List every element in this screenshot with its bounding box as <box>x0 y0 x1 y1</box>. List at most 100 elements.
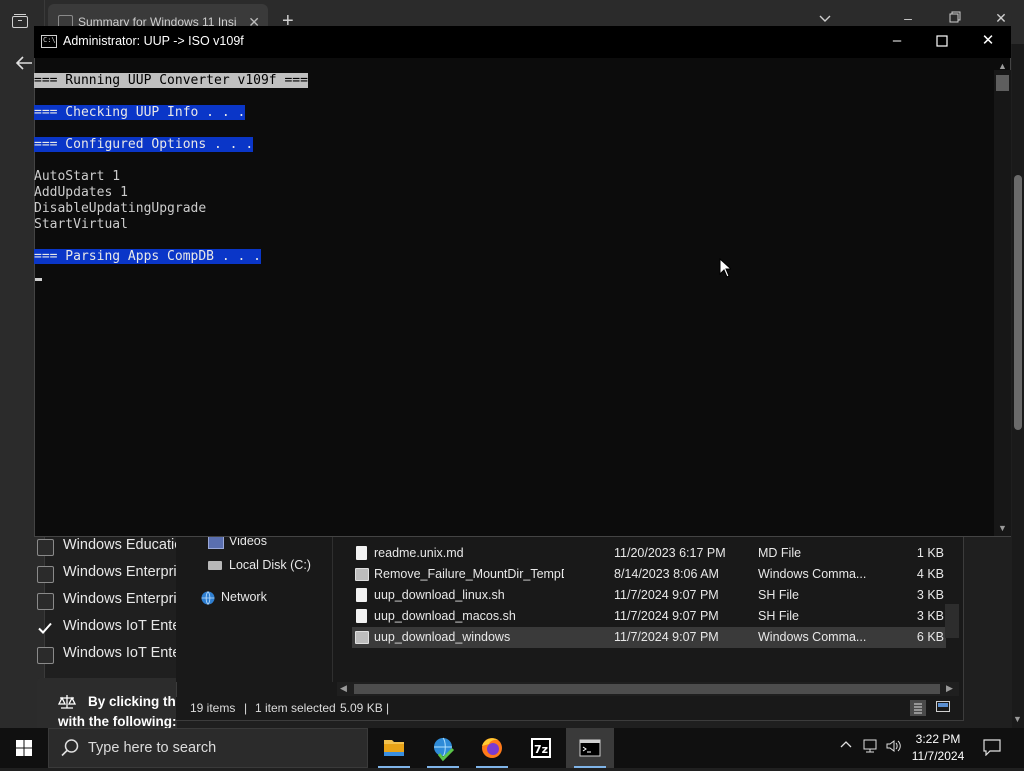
file-name: Remove_Failure_MountDir_TempDir <box>374 567 564 581</box>
file-row[interactable]: readme.unix.md 11/20/2023 6:17 PM MD Fil… <box>352 543 946 564</box>
file-row[interactable]: uup_download_linux.sh 11/7/2024 9:07 PM … <box>352 585 946 606</box>
checkmark-icon <box>38 622 52 634</box>
scales-icon <box>57 694 77 713</box>
network-status-icon[interactable] <box>862 738 880 757</box>
browser-minimize-icon[interactable]: – <box>893 10 923 26</box>
console-text: === Configured Options . . . <box>34 137 254 152</box>
edition-label: Windows Educatio <box>63 537 183 553</box>
scroll-left-icon[interactable]: ◀ <box>340 683 347 694</box>
windows-logo-icon <box>16 740 32 756</box>
7zip-icon: 7z <box>531 738 551 758</box>
console-line: === Configured Options . . . <box>34 137 254 153</box>
console-scroll-down-icon[interactable]: ▼ <box>998 523 1007 533</box>
browser-scroll-down-icon[interactable]: ▼ <box>1013 714 1022 724</box>
file-date: 11/7/2024 9:07 PM <box>614 588 719 602</box>
console-title: Administrator: UUP -> ISO v109f <box>63 34 244 48</box>
console-text: === Checking UUP Info . . . <box>34 105 246 120</box>
file-date: 11/7/2024 9:07 PM <box>614 630 719 644</box>
console-maximize-icon[interactable] <box>919 30 965 52</box>
show-hidden-icons-chevron-icon[interactable] <box>840 738 852 754</box>
scroll-right-icon[interactable]: ▶ <box>946 683 953 694</box>
nav-item-label: Network <box>221 590 267 604</box>
console-scroll-up-icon[interactable]: ▲ <box>998 61 1007 71</box>
console-scrollbar[interactable] <box>994 70 1011 536</box>
checkbox[interactable] <box>37 566 54 583</box>
console-minimize-icon[interactable]: – <box>874 30 920 52</box>
browser-restore-icon[interactable] <box>940 10 970 26</box>
browser-scrollbar-thumb[interactable] <box>1014 175 1022 430</box>
edition-label: Windows IoT Ente <box>63 618 181 634</box>
cmd-icon <box>355 568 369 581</box>
clock-date[interactable]: 11/7/2024 <box>900 749 976 763</box>
horizontal-scrollbar-thumb[interactable] <box>354 684 940 694</box>
taskbar-command-prompt[interactable] <box>566 728 614 768</box>
nav-item-label: Local Disk (C:) <box>229 558 311 572</box>
folder-icon <box>384 740 404 756</box>
file-type: Windows Comma... <box>758 567 867 581</box>
file-name: readme.unix.md <box>374 546 464 560</box>
tab-list-chevron-icon[interactable] <box>810 10 840 26</box>
checkbox[interactable] <box>37 593 54 610</box>
large-icons-view-icon[interactable] <box>935 700 951 717</box>
console-line: StartVirtual <box>34 217 128 232</box>
console-window[interactable] <box>34 26 1011 537</box>
license-text-line: with the following: <box>58 714 177 729</box>
file-date: 11/7/2024 9:07 PM <box>614 609 719 623</box>
file-list-vertical-scrollbar[interactable] <box>945 604 959 638</box>
console-scrollbar-thumb[interactable] <box>996 75 1009 91</box>
console-text: === Running UUP Converter v109f === <box>34 73 308 88</box>
console-line: === Parsing Apps CompDB . . . <box>34 249 261 265</box>
tab-actions-icon[interactable] <box>11 13 29 29</box>
browser-close-icon[interactable]: ✕ <box>986 10 1016 27</box>
file-size: 4 KB <box>916 567 944 581</box>
file-type: Windows Comma... <box>758 630 867 644</box>
file-date: 8/14/2023 8:06 AM <box>614 567 719 581</box>
pane-divider[interactable] <box>332 537 333 682</box>
file-type: SH File <box>758 588 799 602</box>
file-icon <box>356 609 367 623</box>
file-row[interactable]: Remove_Failure_MountDir_TempDir 8/14/202… <box>352 564 946 585</box>
mouse-pointer-icon <box>719 257 733 281</box>
file-size: 3 KB <box>916 609 944 623</box>
license-text-line: By clicking th <box>88 694 176 709</box>
file-name: uup_download_macos.sh <box>374 609 516 623</box>
globe-download-icon <box>434 737 455 762</box>
file-name: uup_download_linux.sh <box>374 588 505 602</box>
console-cursor <box>35 278 42 281</box>
file-row-selected[interactable]: uup_download_windows 11/7/2024 9:07 PM W… <box>352 627 946 648</box>
videos-folder-icon <box>208 535 224 549</box>
details-view-icon[interactable] <box>910 700 926 716</box>
file-name: uup_download_windows <box>374 630 511 644</box>
cmd-icon <box>355 631 369 644</box>
taskbar-file-explorer[interactable] <box>370 728 418 768</box>
console-line: === Checking UUP Info . . . <box>34 105 246 121</box>
console-app-icon[interactable] <box>41 35 57 48</box>
file-icon <box>356 546 367 560</box>
checkbox[interactable] <box>37 647 54 664</box>
edition-label: Windows Enterpri <box>63 591 177 607</box>
back-arrow-icon[interactable] <box>14 55 34 71</box>
selection-count: 1 item selected <box>255 701 336 715</box>
file-size: 6 KB <box>916 630 944 644</box>
start-button[interactable] <box>0 728 48 768</box>
console-text: === Parsing Apps CompDB . . . <box>34 249 261 264</box>
file-row[interactable]: uup_download_macos.sh 11/7/2024 9:07 PM … <box>352 606 946 627</box>
clock-time[interactable]: 3:22 PM <box>900 732 976 746</box>
item-count: 19 items <box>190 701 236 715</box>
checkbox[interactable] <box>37 539 54 556</box>
svg-text:7z: 7z <box>534 743 548 756</box>
console-line: === Running UUP Converter v109f === <box>34 73 308 89</box>
console-close-icon[interactable]: ✕ <box>965 30 1011 52</box>
console-line: AddUpdates 1 <box>34 185 128 200</box>
checkbox-checked[interactable] <box>37 620 52 635</box>
firefox-icon <box>482 738 502 758</box>
notifications-icon[interactable] <box>982 738 1002 759</box>
taskbar-download-manager[interactable] <box>419 728 467 768</box>
search-icon <box>60 738 80 761</box>
file-date: 11/20/2023 6:17 PM <box>614 546 726 560</box>
taskbar-7zip[interactable]: 7z <box>517 728 565 768</box>
console-line: DisableUpdatingUpgrade <box>34 201 207 216</box>
taskbar-firefox[interactable] <box>468 728 516 768</box>
status-separator: | <box>244 701 248 715</box>
edition-label: Windows IoT Ente <box>63 645 181 661</box>
